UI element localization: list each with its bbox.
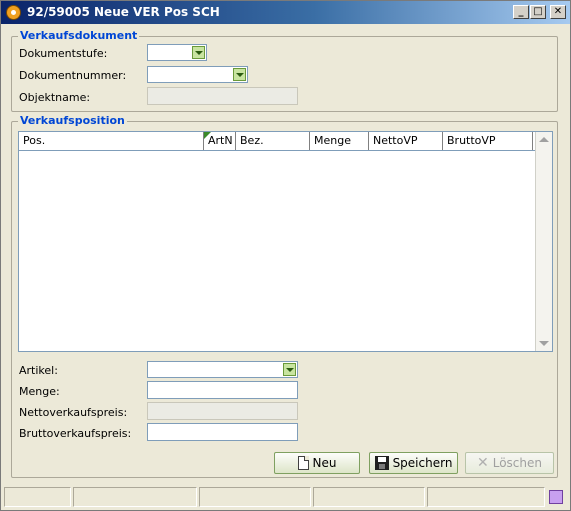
- dokumentstufe-combo[interactable]: [147, 44, 207, 61]
- column-header-bruttovp[interactable]: BruttoVP: [443, 132, 533, 150]
- loeschen-button[interactable]: ✕ Löschen: [465, 452, 554, 474]
- status-panel: [313, 487, 425, 507]
- speichern-button-label: Speichern: [392, 456, 453, 470]
- close-button[interactable]: ✕: [550, 5, 566, 19]
- nettoverkaufspreis-field[interactable]: [147, 402, 298, 420]
- speichern-button[interactable]: Speichern: [369, 452, 458, 474]
- positions-grid[interactable]: Pos. ArtN Bez. Menge NettoVP BruttoVP: [18, 131, 553, 352]
- grid-header: Pos. ArtN Bez. Menge NettoVP BruttoVP: [19, 132, 536, 151]
- menge-field[interactable]: [147, 381, 298, 399]
- status-bar: [4, 487, 567, 508]
- status-panel: [427, 487, 545, 507]
- app-icon[interactable]: [6, 5, 21, 20]
- menge-label: Menge:: [19, 385, 60, 398]
- nettoverkaufspreis-label: Nettoverkaufspreis:: [19, 406, 128, 419]
- artikel-label: Artikel:: [19, 364, 58, 377]
- chevron-down-icon[interactable]: [283, 363, 296, 376]
- verkaufsposition-legend: Verkaufsposition: [18, 114, 127, 127]
- scroll-up-icon[interactable]: [539, 137, 549, 142]
- status-panel: [73, 487, 197, 507]
- artikel-combo[interactable]: [147, 361, 298, 378]
- column-header-bez[interactable]: Bez.: [236, 132, 310, 150]
- grid-scrollbar[interactable]: [535, 132, 552, 351]
- dokumentnummer-label: Dokumentnummer:: [19, 69, 127, 82]
- minimize-button[interactable]: _: [513, 5, 529, 19]
- neu-button-label: Neu: [312, 456, 337, 470]
- new-document-icon: [297, 456, 309, 470]
- neu-button[interactable]: Neu: [274, 452, 360, 474]
- column-header-nettovp[interactable]: NettoVP: [369, 132, 443, 150]
- scroll-down-icon[interactable]: [539, 341, 549, 346]
- loeschen-button-label: Löschen: [492, 456, 542, 470]
- maximize-button[interactable]: □: [530, 5, 546, 19]
- verkaufsdokument-legend: Verkaufsdokument: [18, 29, 140, 42]
- bruttoverkaufspreis-label: Bruttoverkaufspreis:: [19, 427, 132, 440]
- dokumentnummer-combo[interactable]: [147, 66, 248, 83]
- delete-x-icon: ✕: [477, 455, 489, 471]
- objektname-field[interactable]: [147, 87, 298, 105]
- objektname-label: Objektname:: [19, 91, 91, 104]
- column-header-artn[interactable]: ArtN: [204, 132, 236, 150]
- column-header-menge[interactable]: Menge: [310, 132, 369, 150]
- status-panel: [199, 487, 311, 507]
- dokumentstufe-label: Dokumentstufe:: [19, 47, 108, 60]
- status-panel: [4, 487, 71, 507]
- chevron-down-icon[interactable]: [192, 46, 205, 59]
- chevron-down-icon[interactable]: [233, 68, 246, 81]
- title-bar[interactable]: 92/59005 Neue VER Pos SCH _ □ ✕: [1, 1, 570, 24]
- window-title: 92/59005 Neue VER Pos SCH: [27, 5, 220, 19]
- floppy-disk-icon: [374, 456, 389, 470]
- resize-grip-icon[interactable]: [549, 490, 563, 504]
- window: 92/59005 Neue VER Pos SCH _ □ ✕ Verkaufs…: [0, 0, 571, 511]
- column-header-pos[interactable]: Pos.: [19, 132, 204, 150]
- bruttoverkaufspreis-field[interactable]: [147, 423, 298, 441]
